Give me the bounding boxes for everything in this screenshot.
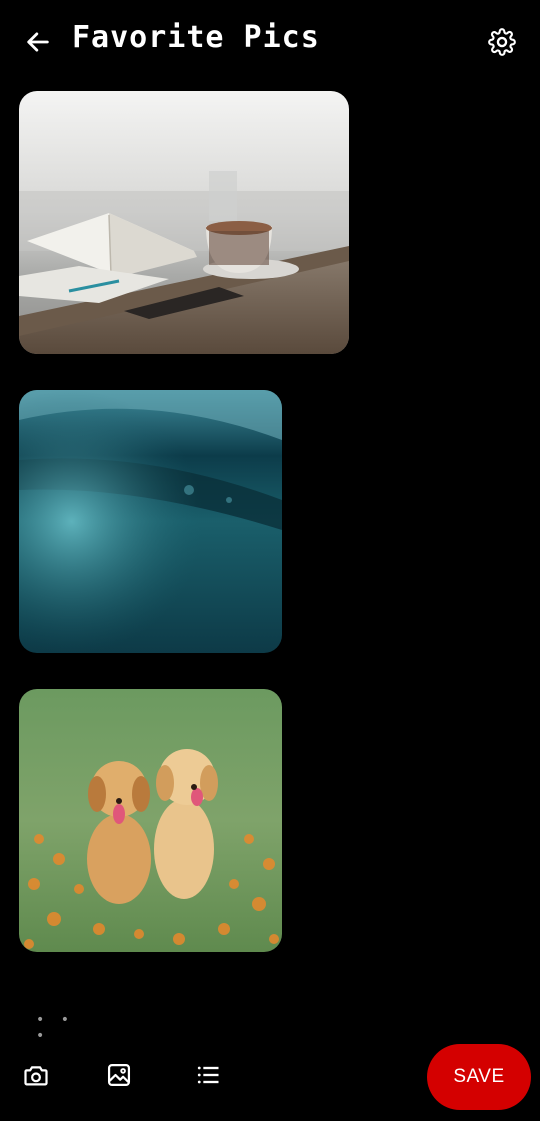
list-icon xyxy=(197,1066,219,1084)
back-button[interactable] xyxy=(20,24,56,60)
top-app-bar: Favorite Pics xyxy=(0,0,540,82)
coffee-desk-image xyxy=(19,91,349,354)
gear-icon xyxy=(488,28,516,56)
more-indicator[interactable]: • • • xyxy=(36,1012,80,1044)
puppies-image xyxy=(19,689,282,952)
image-icon xyxy=(107,1063,131,1087)
page-title: Favorite Pics xyxy=(72,20,320,55)
photo-coffee-desk[interactable] xyxy=(19,91,349,354)
gallery-button[interactable] xyxy=(101,1057,137,1093)
camera-button[interactable] xyxy=(18,1057,54,1093)
settings-button[interactable] xyxy=(484,24,520,60)
camera-icon xyxy=(24,1066,48,1086)
list-button[interactable] xyxy=(190,1057,226,1093)
photo-puppies[interactable] xyxy=(19,689,282,952)
photo-ocean-wave[interactable] xyxy=(19,390,282,653)
ocean-wave-image xyxy=(19,390,282,653)
save-button[interactable]: SAVE xyxy=(427,1044,531,1110)
arrow-left-icon xyxy=(27,32,49,52)
